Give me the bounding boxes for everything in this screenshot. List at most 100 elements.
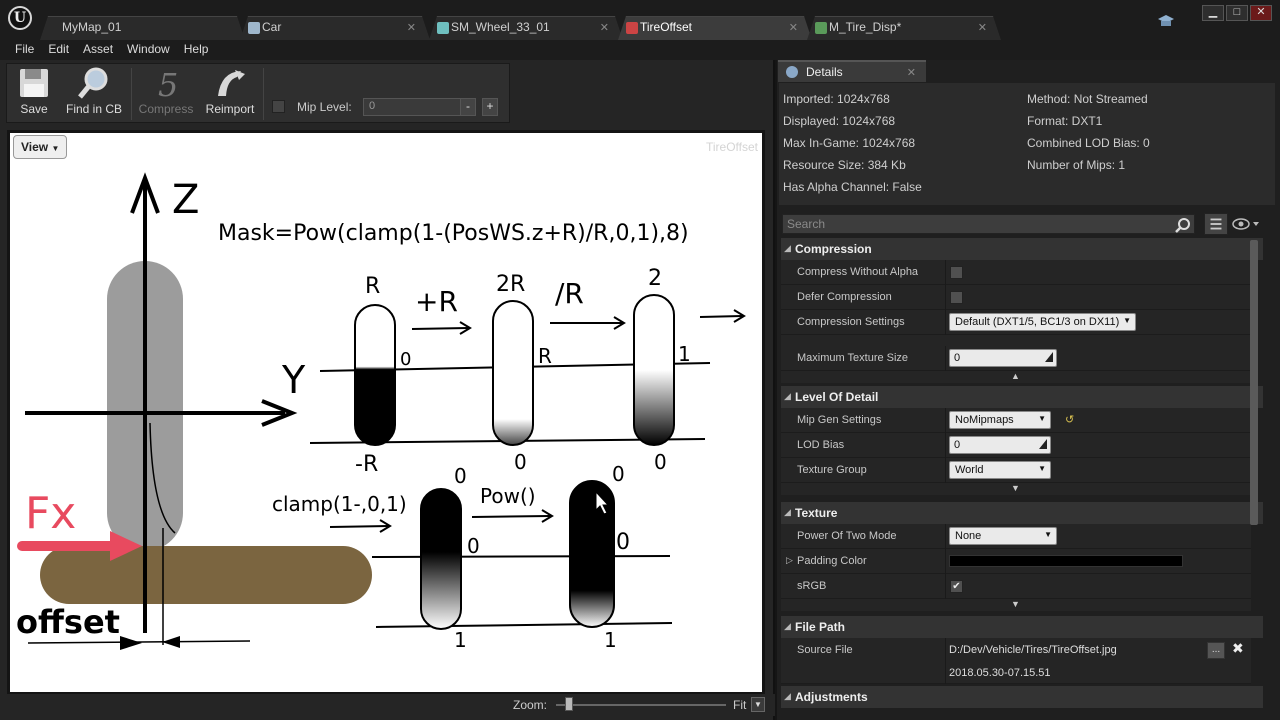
details-tab[interactable]: Details ✕ bbox=[778, 60, 926, 82]
pow-label: Pow() bbox=[480, 484, 536, 508]
property-list: ◢ Compression Compress Without Alpha Def… bbox=[781, 238, 1263, 720]
mip-level-checkbox[interactable] bbox=[272, 100, 285, 113]
reimport-icon bbox=[218, 70, 245, 96]
tab-label: MyMap_01 bbox=[62, 20, 122, 34]
window-controls: ▁ □ ✕ bbox=[1202, 5, 1272, 21]
div-r-label: /R bbox=[555, 277, 584, 310]
menu-asset[interactable]: Asset bbox=[76, 40, 120, 60]
close-icon[interactable]: ✕ bbox=[600, 21, 609, 34]
zoom-slider-handle[interactable] bbox=[565, 697, 573, 711]
tab-car[interactable]: Car ✕ bbox=[240, 16, 430, 40]
power-of-two-mode-dropdown[interactable]: None ▼ bbox=[949, 527, 1057, 545]
toolbar-separator bbox=[263, 68, 264, 120]
texture-viewport[interactable]: Z Y Fx offset Mask=Pow(clamp(1-(PosWS.z+… bbox=[7, 130, 765, 695]
title-bar: U MyMap_01 Car ✕ SM_Wheel_33_01 ✕ TireOf… bbox=[0, 0, 1280, 40]
plus-r-arrow bbox=[411, 327, 469, 330]
close-icon[interactable]: ✕ bbox=[789, 21, 798, 34]
close-icon[interactable]: ✕ bbox=[978, 21, 987, 34]
row-compression-settings: Compression Settings Default (DXT1/5, BC… bbox=[781, 310, 1251, 335]
info-max-in-game: Max In-Game: 1024x768 bbox=[783, 136, 916, 150]
texture-icon bbox=[626, 22, 638, 34]
eye-icon[interactable] bbox=[1232, 218, 1260, 230]
advanced-expander[interactable]: ▼ bbox=[781, 483, 1251, 495]
search-input[interactable] bbox=[783, 215, 1178, 233]
pow-arrow bbox=[471, 515, 551, 518]
close-icon[interactable]: ✕ bbox=[407, 21, 416, 34]
defer-compression-checkbox[interactable] bbox=[950, 291, 963, 304]
source-file-timestamp: 2018.05.30-07.15.51 bbox=[949, 667, 1051, 679]
category-level-of-detail[interactable]: ◢ Level Of Detail bbox=[781, 386, 1263, 408]
compress-icon: 5 bbox=[158, 66, 178, 100]
lod-bias-input[interactable]: 0 bbox=[949, 436, 1051, 454]
close-icon[interactable]: ✕ bbox=[907, 66, 916, 79]
mip-level-input[interactable]: 0 bbox=[363, 98, 463, 116]
srgb-checkbox[interactable]: ✔ bbox=[950, 580, 963, 593]
capsule-3-top-label: 2 bbox=[648, 266, 662, 291]
tab-tireoffset[interactable]: TireOffset ✕ bbox=[618, 16, 812, 40]
maximize-icon[interactable]: □ bbox=[1226, 5, 1248, 21]
property-label: Compression Settings bbox=[797, 316, 905, 328]
blueprint-icon bbox=[248, 22, 260, 34]
texture-info-box: Imported: 1024x768 Displayed: 1024x768 M… bbox=[779, 83, 1275, 205]
mip-level-increment-button[interactable]: + bbox=[482, 98, 498, 116]
menu-file[interactable]: File bbox=[8, 40, 41, 60]
menu-edit[interactable]: Edit bbox=[41, 40, 76, 60]
graduation-cap-icon[interactable] bbox=[1157, 14, 1175, 28]
view-dropdown-button[interactable]: View ▼ bbox=[13, 135, 67, 159]
column-divider bbox=[945, 433, 946, 458]
clear-icon[interactable]: ✖ bbox=[1232, 640, 1244, 657]
window-close-icon[interactable]: ✕ bbox=[1250, 5, 1272, 21]
mip-gen-settings-dropdown[interactable]: NoMipmaps ▼ bbox=[949, 411, 1051, 429]
category-adjustments[interactable]: ◢ Adjustments bbox=[781, 686, 1263, 708]
find-in-content-browser-button[interactable]: Find in CB bbox=[63, 66, 125, 122]
advanced-expander[interactable]: ▼ bbox=[781, 599, 1251, 611]
zoom-dropdown-button[interactable]: ▼ bbox=[751, 697, 765, 712]
reset-to-default-icon[interactable]: ↺ bbox=[1065, 413, 1074, 426]
tab-sm-wheel[interactable]: SM_Wheel_33_01 ✕ bbox=[429, 16, 623, 40]
list-view-icon[interactable] bbox=[1204, 213, 1228, 235]
column-divider bbox=[945, 310, 946, 335]
input-value: 0 bbox=[954, 352, 961, 364]
tab-m-tire-disp[interactable]: M_Tire_Disp* ✕ bbox=[807, 16, 1001, 40]
dropdown-value: None bbox=[955, 530, 982, 542]
category-compression[interactable]: ◢ Compression bbox=[781, 238, 1263, 260]
padding-color-swatch[interactable] bbox=[949, 555, 1183, 567]
info-has-alpha: Has Alpha Channel: False bbox=[783, 180, 922, 194]
save-button[interactable]: Save bbox=[13, 66, 55, 122]
menu-window[interactable]: Window bbox=[120, 40, 177, 60]
collapse-arrow-icon: ◢ bbox=[784, 243, 791, 253]
row-padding-color: ▷ Padding Color bbox=[781, 549, 1251, 574]
capsule-4 bbox=[420, 488, 462, 630]
compression-settings-dropdown[interactable]: Default (DXT1/5, BC1/3 on DX11) ▼ bbox=[949, 313, 1136, 331]
expand-right-icon[interactable]: ▷ bbox=[786, 555, 793, 566]
mip-level-decrement-button[interactable]: - bbox=[460, 98, 476, 116]
collapse-arrow-icon: ◢ bbox=[784, 691, 791, 701]
advanced-expander[interactable]: ▲ bbox=[781, 371, 1251, 383]
zoom-slider-track[interactable] bbox=[556, 704, 726, 706]
property-label: Power Of Two Mode bbox=[797, 530, 897, 542]
details-scrollbar[interactable] bbox=[1250, 240, 1258, 525]
row-srgb: sRGB ✔ bbox=[781, 574, 1251, 599]
details-search bbox=[782, 214, 1195, 234]
category-texture[interactable]: ◢ Texture bbox=[781, 502, 1263, 524]
search-icon[interactable] bbox=[1175, 217, 1191, 233]
offset-label: offset bbox=[16, 603, 120, 641]
property-label: Defer Compression bbox=[797, 291, 892, 303]
column-divider bbox=[945, 574, 946, 599]
tab-mymap[interactable]: MyMap_01 bbox=[40, 16, 245, 40]
save-label: Save bbox=[20, 102, 48, 116]
chevron-down-icon: ▼ bbox=[1038, 464, 1046, 473]
reimport-button[interactable]: Reimport bbox=[203, 66, 257, 122]
compress-without-alpha-checkbox[interactable] bbox=[950, 266, 963, 279]
compress-button[interactable]: 5 Compress bbox=[135, 66, 197, 122]
category-file-path[interactable]: ◢ File Path bbox=[781, 616, 1263, 638]
static-mesh-icon bbox=[437, 22, 449, 34]
browse-button[interactable]: ... bbox=[1207, 642, 1225, 659]
info-displayed: Displayed: 1024x768 bbox=[783, 114, 896, 128]
minimize-icon[interactable]: ▁ bbox=[1202, 5, 1224, 21]
menu-help[interactable]: Help bbox=[177, 40, 216, 60]
tab-label: Car bbox=[262, 20, 282, 34]
maximum-texture-size-input[interactable]: 0 bbox=[949, 349, 1057, 367]
zoom-value: Fit bbox=[733, 698, 747, 712]
texture-group-dropdown[interactable]: World ▼ bbox=[949, 461, 1051, 479]
